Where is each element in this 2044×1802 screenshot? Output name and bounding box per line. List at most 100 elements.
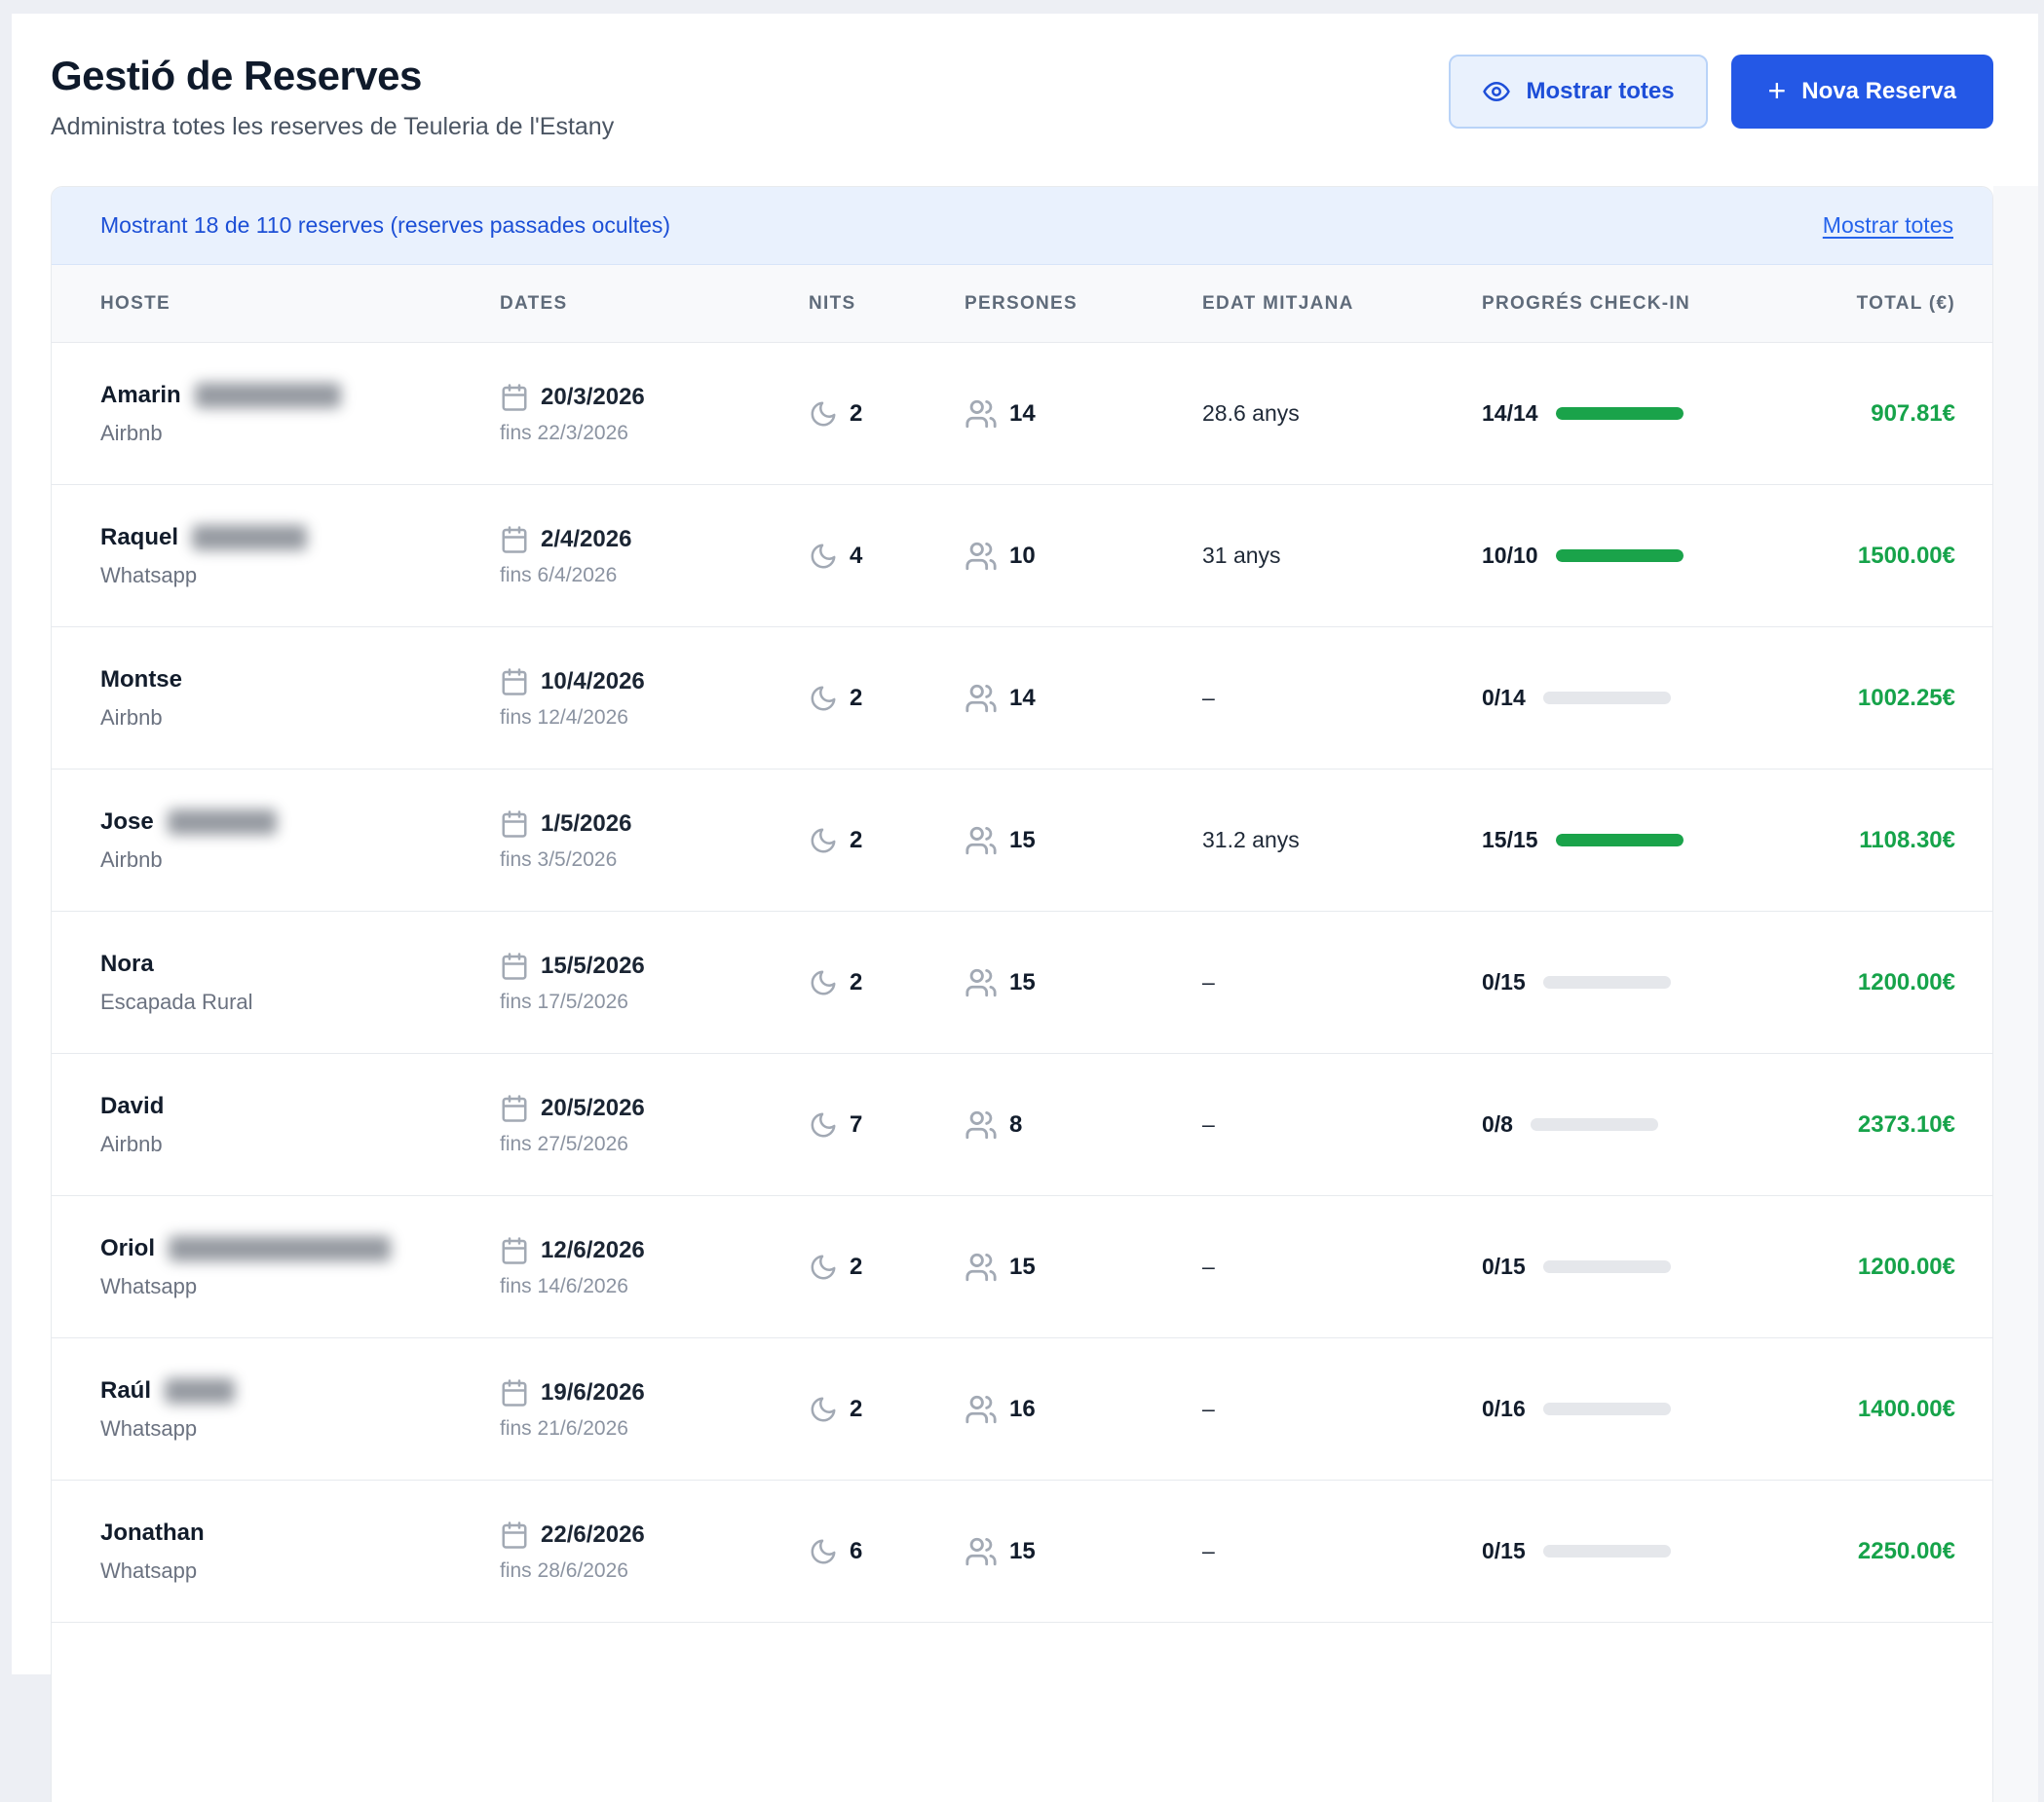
avg-age-cell: – bbox=[1202, 685, 1482, 711]
users-icon bbox=[965, 1393, 998, 1426]
banner-show-all-link[interactable]: Mostrar totes bbox=[1823, 212, 1953, 239]
guest-surname-redacted bbox=[195, 383, 341, 408]
checkin-date: 10/4/2026 bbox=[541, 668, 645, 695]
table-row[interactable]: Jonathan Whatsapp 22/6/2026 fins 28/6/20… bbox=[52, 1481, 1992, 1623]
people-value: 14 bbox=[1009, 400, 1036, 428]
checkout-date: fins 6/4/2026 bbox=[500, 564, 785, 587]
checkin-progress-cell: 0/14 bbox=[1482, 685, 1789, 711]
reservations-section: Mostrant 18 de 110 reserves (reserves pa… bbox=[51, 186, 2038, 1802]
nights-value: 4 bbox=[850, 543, 862, 570]
page-title: Gestió de Reserves bbox=[51, 53, 614, 99]
calendar-icon bbox=[500, 1378, 529, 1408]
progress-label: 0/14 bbox=[1482, 685, 1526, 711]
avg-age-value: 31 anys bbox=[1202, 543, 1281, 568]
booking-source: Whatsapp bbox=[100, 1274, 500, 1299]
checkin-progress-cell: 10/10 bbox=[1482, 543, 1789, 569]
avg-age-cell: – bbox=[1202, 969, 1482, 995]
total-cell: 2250.00€ bbox=[1789, 1538, 1993, 1565]
nights-cell: 2 bbox=[785, 399, 961, 429]
header-actions: Mostrar totes + Nova Reserva bbox=[1449, 55, 1993, 129]
column-header-progres-checkin: Progrés check-in bbox=[1482, 293, 1789, 315]
dates-cell: 2/4/2026 fins 6/4/2026 bbox=[500, 525, 785, 587]
new-reservation-button[interactable]: + Nova Reserva bbox=[1731, 55, 1993, 129]
guest-name: Jose bbox=[100, 808, 154, 836]
dates-cell: 12/6/2026 fins 14/6/2026 bbox=[500, 1236, 785, 1298]
page-header: Gestió de Reserves Administra totes les … bbox=[12, 14, 2038, 141]
people-value: 15 bbox=[1009, 827, 1036, 854]
guest-surname-redacted bbox=[192, 525, 307, 550]
guest-cell: Oriol Whatsapp bbox=[52, 1235, 500, 1299]
checkout-date: fins 28/6/2026 bbox=[500, 1559, 785, 1583]
users-icon bbox=[965, 966, 998, 999]
people-value: 15 bbox=[1009, 969, 1036, 996]
moon-icon bbox=[809, 1253, 838, 1282]
table-row[interactable]: Jose Airbnb 1/5/2026 fins 3/5/2026 2 15 … bbox=[52, 770, 1992, 912]
people-value: 15 bbox=[1009, 1538, 1036, 1565]
progress-label: 10/10 bbox=[1482, 543, 1538, 569]
table-row[interactable]: Amarin Airbnb 20/3/2026 fins 22/3/2026 2… bbox=[52, 343, 1992, 485]
progress-label: 0/16 bbox=[1482, 1396, 1526, 1422]
filter-banner: Mostrant 18 de 110 reserves (reserves pa… bbox=[52, 187, 1992, 265]
people-value: 15 bbox=[1009, 1254, 1036, 1281]
people-cell: 15 bbox=[961, 966, 1202, 999]
progress-label: 0/15 bbox=[1482, 969, 1526, 995]
total-value: 2373.10€ bbox=[1858, 1111, 1955, 1138]
table-header-row: Hoste Dates Nits Persones Edat mitjana P… bbox=[52, 265, 1992, 343]
guest-cell: Raquel Whatsapp bbox=[52, 524, 500, 588]
guest-cell: Jose Airbnb bbox=[52, 808, 500, 873]
total-cell: 1500.00€ bbox=[1789, 543, 1993, 570]
guest-name: Montse bbox=[100, 666, 182, 694]
table-row[interactable]: Oriol Whatsapp 12/6/2026 fins 14/6/2026 … bbox=[52, 1196, 1992, 1338]
checkin-progress-bar bbox=[1556, 549, 1684, 562]
progress-label: 0/15 bbox=[1482, 1538, 1526, 1564]
progress-label: 14/14 bbox=[1482, 400, 1538, 427]
avg-age-cell: 28.6 anys bbox=[1202, 400, 1482, 427]
show-all-button[interactable]: Mostrar totes bbox=[1449, 55, 1708, 129]
main-panel: Gestió de Reserves Administra totes les … bbox=[12, 14, 2038, 1674]
table-row[interactable]: Raquel Whatsapp 2/4/2026 fins 6/4/2026 4… bbox=[52, 485, 1992, 627]
people-value: 8 bbox=[1009, 1111, 1022, 1139]
users-icon bbox=[965, 1535, 998, 1568]
table-body: Amarin Airbnb 20/3/2026 fins 22/3/2026 2… bbox=[52, 343, 1992, 1701]
table-row[interactable]: Montse Airbnb 10/4/2026 fins 12/4/2026 2… bbox=[52, 627, 1992, 770]
nights-value: 2 bbox=[850, 400, 862, 428]
moon-icon bbox=[809, 968, 838, 997]
checkin-progress-bar bbox=[1543, 1260, 1671, 1273]
total-cell: 1200.00€ bbox=[1789, 969, 1993, 996]
checkin-progress-bar bbox=[1531, 1118, 1658, 1131]
nights-cell: 6 bbox=[785, 1537, 961, 1566]
people-cell: 15 bbox=[961, 824, 1202, 857]
column-header-hoste: Hoste bbox=[52, 293, 500, 315]
table-row[interactable]: Raúl Whatsapp 19/6/2026 fins 21/6/2026 2… bbox=[52, 1338, 1992, 1481]
guest-cell: Jonathan Whatsapp bbox=[52, 1520, 500, 1584]
nights-value: 2 bbox=[850, 685, 862, 712]
nights-value: 2 bbox=[850, 827, 862, 854]
people-cell: 8 bbox=[961, 1108, 1202, 1142]
checkout-date: fins 3/5/2026 bbox=[500, 848, 785, 872]
guest-cell: Nora Escapada Rural bbox=[52, 951, 500, 1015]
calendar-icon bbox=[500, 952, 529, 981]
moon-icon bbox=[809, 399, 838, 429]
table-row[interactable]: David Airbnb 20/5/2026 fins 27/5/2026 7 … bbox=[52, 1054, 1992, 1196]
progress-fill bbox=[1556, 834, 1684, 846]
column-header-nits: Nits bbox=[785, 293, 961, 315]
page-header-titles: Gestió de Reserves Administra totes les … bbox=[51, 53, 614, 141]
table-row[interactable]: Nora Escapada Rural 15/5/2026 fins 17/5/… bbox=[52, 912, 1992, 1054]
progress-fill bbox=[1556, 407, 1684, 420]
checkin-progress-bar bbox=[1543, 1403, 1671, 1415]
total-value: 1500.00€ bbox=[1858, 543, 1955, 569]
total-value: 1108.30€ bbox=[1859, 827, 1955, 853]
checkout-date: fins 22/3/2026 bbox=[500, 422, 785, 445]
show-all-label: Mostrar totes bbox=[1527, 78, 1675, 105]
booking-source: Airbnb bbox=[100, 705, 500, 731]
people-value: 16 bbox=[1009, 1396, 1036, 1423]
checkin-progress-cell: 0/15 bbox=[1482, 969, 1789, 995]
guest-cell: Amarin Airbnb bbox=[52, 382, 500, 446]
calendar-icon bbox=[500, 1520, 529, 1550]
checkin-progress-bar bbox=[1543, 692, 1671, 704]
eye-icon bbox=[1482, 77, 1511, 106]
checkin-progress-cell: 0/15 bbox=[1482, 1538, 1789, 1564]
checkin-progress-cell: 14/14 bbox=[1482, 400, 1789, 427]
checkin-date: 20/3/2026 bbox=[541, 384, 645, 411]
nights-cell: 4 bbox=[785, 542, 961, 571]
